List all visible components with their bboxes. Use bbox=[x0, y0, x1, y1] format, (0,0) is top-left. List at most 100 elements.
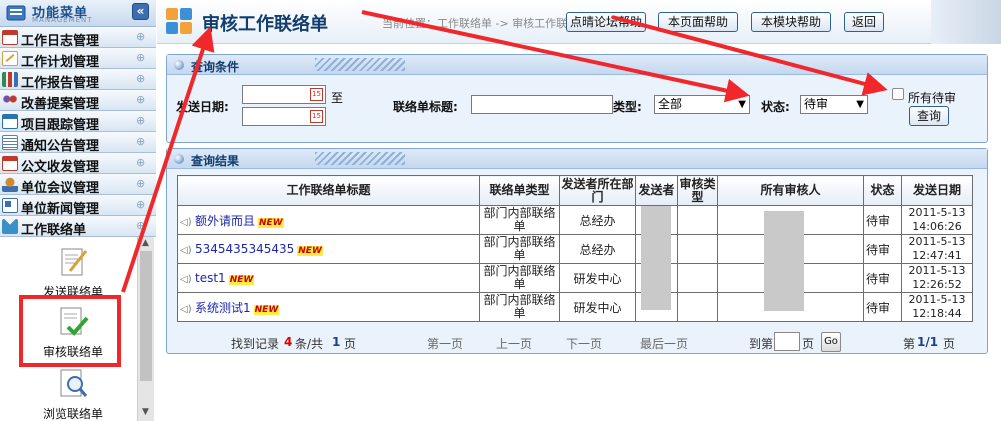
submenu-send-contact[interactable]: 发送联络单 bbox=[28, 245, 118, 300]
contact-title-link[interactable]: 5345435345435 bbox=[195, 242, 294, 256]
sidebar-item-label: 单位新闻管理 bbox=[21, 202, 100, 217]
send-time: 12:47:41 bbox=[912, 249, 962, 262]
submenu-browse-contact[interactable]: 浏览联络单 bbox=[28, 367, 118, 421]
page-help-button[interactable]: 本页面帮助 bbox=[658, 12, 738, 32]
type-select[interactable]: 全部 ▼ bbox=[654, 95, 750, 114]
expand-icon: ⊕ bbox=[136, 177, 146, 190]
column-header[interactable]: 发送日期 bbox=[901, 175, 973, 206]
new-badge: NEW bbox=[297, 246, 323, 256]
calendar-picker-icon[interactable]: 15 bbox=[310, 110, 323, 123]
send-time: 12:18:44 bbox=[912, 307, 962, 320]
sidebar-item-notice[interactable]: 通知公告管理 ⊕ bbox=[0, 132, 156, 154]
column-header[interactable]: 审核类型 bbox=[677, 175, 718, 206]
calendar-icon bbox=[2, 156, 18, 171]
sidebar-item-label: 工作计划管理 bbox=[21, 55, 100, 70]
contact-title-link[interactable]: test1 bbox=[195, 271, 226, 285]
table-row[interactable]: ◁) 系统测试1 NEW 部门内部联络单 研发中心 待审 2011-5-13 12:1… bbox=[177, 292, 973, 322]
send-date: 2011-5-13 bbox=[908, 264, 966, 278]
column-header[interactable]: 所有审核人 bbox=[717, 175, 864, 206]
header-decoration bbox=[315, 152, 405, 165]
scrollbar-thumb[interactable] bbox=[140, 251, 152, 381]
column-header[interactable]: 发送者 bbox=[635, 175, 678, 206]
sidebar-menu: 工作日志管理 ⊕ 工作计划管理 ⊕ 工作报告管理 ⊕ 改善提案管理 ⊕ 项目跟踪… bbox=[0, 27, 156, 238]
results-table: 工作联络单标题 联络单类型 发送者所在部门 发送者 审核类型 所有审核人 状态 … bbox=[177, 175, 973, 322]
table-row[interactable]: ◁) test1 NEW 部门内部联络单 研发中心 待审 2011-5-13 12:2… bbox=[177, 263, 973, 293]
found-middle: 条/共 bbox=[295, 337, 324, 351]
table-row[interactable]: ◁) 5345435345435 NEW 部门内部联络单 总经办 待审 2011-5… bbox=[177, 234, 973, 264]
all-pending-checkbox[interactable] bbox=[892, 88, 904, 100]
end-date-input[interactable]: 15 bbox=[242, 107, 326, 126]
search-button[interactable]: 查询 bbox=[909, 106, 949, 126]
speaker-icon: ◁) bbox=[180, 274, 192, 285]
query-panel: 查询条件 发送日期: 15 至 15 联络单标题: 类型: 全部 ▼ 状态: 待… bbox=[166, 54, 988, 143]
expand-icon: ⊕ bbox=[136, 114, 146, 127]
send-date-cell: 2011-5-13 12:47:41 bbox=[901, 234, 973, 264]
back-button[interactable]: 返回 bbox=[844, 12, 884, 32]
chevron-down-icon: ▼ bbox=[856, 99, 864, 110]
sidebar-item-project[interactable]: 项目跟踪管理 ⊕ bbox=[0, 111, 156, 133]
sidebar-item-label: 工作日志管理 bbox=[21, 34, 100, 49]
contact-title-link[interactable]: 额外请而且 bbox=[195, 214, 255, 228]
expand-icon: ⊕ bbox=[136, 219, 146, 232]
prev-page-link[interactable]: 上一页 bbox=[496, 335, 532, 352]
page-prefix: 第 bbox=[903, 337, 916, 351]
forum-help-button[interactable]: 点晴论坛帮助 bbox=[566, 12, 646, 32]
review-type-cell bbox=[677, 234, 718, 264]
send-date: 2011-5-13 bbox=[908, 206, 966, 220]
send-date-cell: 2011-5-13 12:18:44 bbox=[901, 292, 973, 322]
header-decoration bbox=[315, 58, 405, 71]
contact-title-link[interactable]: 系统测试1 bbox=[195, 301, 251, 315]
sidebar-item-contact-sheet[interactable]: 工作联络单 ⊕ bbox=[0, 216, 156, 238]
submenu-label: 浏览联络单 bbox=[42, 407, 103, 421]
new-badge: NEW bbox=[258, 217, 284, 228]
subject-input[interactable] bbox=[471, 95, 613, 114]
sidebar-subtitle: MANAGEMENT bbox=[32, 16, 93, 24]
subject-label: 联络单标题: bbox=[393, 100, 458, 114]
sender-dept-cell: 总经办 bbox=[559, 205, 636, 235]
first-page-link[interactable]: 第一页 bbox=[427, 335, 463, 352]
start-date-input[interactable]: 15 bbox=[242, 85, 326, 104]
pencil-note-icon bbox=[2, 51, 18, 66]
collapse-sidebar-button[interactable]: « bbox=[132, 3, 149, 20]
sidebar-item-meeting[interactable]: 单位会议管理 ⊕ bbox=[0, 174, 156, 196]
sender-dept-cell: 研发中心 bbox=[559, 263, 636, 293]
go-button[interactable]: Go bbox=[821, 332, 841, 352]
send-date-cell: 2011-5-13 12:26:52 bbox=[901, 263, 973, 293]
next-page-link[interactable]: 下一页 bbox=[566, 335, 602, 352]
send-date: 2011-5-13 bbox=[908, 293, 966, 307]
scroll-down-icon[interactable]: ▼ bbox=[142, 407, 149, 417]
results-panel-header: 查询结果 bbox=[167, 149, 987, 169]
column-header[interactable]: 发送者所在部门 bbox=[559, 175, 636, 206]
query-panel-header: 查询条件 bbox=[167, 55, 987, 75]
page-title: 审核工作联络单 bbox=[202, 14, 328, 35]
new-badge: NEW bbox=[253, 304, 280, 315]
sidebar-item-document[interactable]: 公文收发管理 ⊕ bbox=[0, 153, 156, 175]
column-header[interactable]: 工作联络单标题 bbox=[177, 175, 480, 206]
sidebar-item-work-report[interactable]: 工作报告管理 ⊕ bbox=[0, 69, 156, 91]
contact-type-cell: 部门内部联络单 bbox=[479, 292, 560, 322]
panel-bullet-icon bbox=[174, 60, 184, 70]
sidebar-item-work-plan[interactable]: 工作计划管理 ⊕ bbox=[0, 48, 156, 70]
sender-dept-cell: 总经办 bbox=[559, 234, 636, 264]
sidebar-item-news[interactable]: 单位新闻管理 ⊕ bbox=[0, 195, 156, 217]
status-select[interactable]: 待审 ▼ bbox=[800, 95, 868, 114]
page-header: 审核工作联络单 当前位置：工作联络单 -> 审核工作联络单 点晴论坛帮助 本页面… bbox=[157, 0, 1001, 44]
redacted-sender-block bbox=[641, 206, 671, 310]
module-help-button[interactable]: 本模块帮助 bbox=[751, 12, 831, 32]
scroll-up-icon[interactable]: ▲ bbox=[142, 238, 149, 248]
handshake-banner bbox=[931, 0, 1001, 44]
annotation-highlight-box bbox=[19, 295, 121, 367]
submenu-scrollbar[interactable]: ▲ ▼ bbox=[137, 237, 154, 421]
sidebar-item-proposal[interactable]: 改善提案管理 ⊕ bbox=[0, 90, 156, 112]
sidebar-item-work-log[interactable]: 工作日志管理 ⊕ bbox=[0, 27, 156, 49]
calendar-picker-icon[interactable]: 15 bbox=[310, 88, 323, 101]
column-header[interactable]: 联络单类型 bbox=[479, 175, 560, 206]
expand-icon: ⊕ bbox=[136, 198, 146, 211]
table-row[interactable]: ◁) 额外请而且 NEW 部门内部联络单 总经办 待审 2011-5-13 14:06… bbox=[177, 205, 973, 235]
column-header[interactable]: 状态 bbox=[863, 175, 902, 206]
last-page-link[interactable]: 最后一页 bbox=[640, 335, 688, 352]
goto-page-input[interactable] bbox=[774, 332, 800, 351]
status-cell: 待审 bbox=[863, 292, 902, 322]
expand-icon: ⊕ bbox=[136, 93, 146, 106]
send-time: 14:06:26 bbox=[912, 220, 962, 233]
